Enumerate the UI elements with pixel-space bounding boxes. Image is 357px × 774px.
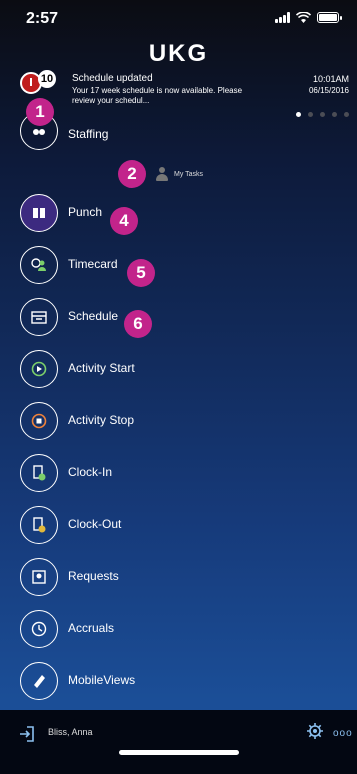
callout-marker-4: 4 — [110, 207, 138, 235]
menu-item-label: Punch — [68, 205, 103, 219]
clock-out-icon — [20, 506, 58, 544]
menu-item-clock-in[interactable]: Clock-In — [0, 448, 300, 500]
app-logo: UKG — [148, 40, 209, 67]
signal-icon — [275, 12, 290, 23]
menu-item-mobileviews[interactable]: MobileViews — [0, 656, 300, 708]
menu-item-label: Activity Start — [68, 361, 135, 375]
notification-date: 06/15/2016 — [308, 86, 349, 95]
calendar-icon — [20, 298, 58, 336]
menu-item-label: Accruals — [68, 621, 115, 635]
page-dot[interactable] — [332, 112, 337, 117]
status-time: 2:57 — [26, 10, 59, 27]
menu-item-punch[interactable]: Punch — [0, 188, 300, 240]
page-dot[interactable] — [344, 112, 349, 117]
menu-item-activity-start[interactable]: Activity Start — [0, 344, 300, 396]
notification-body: Your 17 week schedule is now available. … — [72, 86, 243, 105]
callout-marker-2: 2 — [118, 160, 146, 188]
my-tasks[interactable]: My Tasks — [155, 167, 203, 181]
mobileviews-icon — [20, 662, 58, 700]
callout-marker-1: 1 — [26, 98, 54, 126]
menu-item-label: Clock-In — [68, 465, 113, 479]
menu-item-label: Schedule — [68, 309, 119, 323]
menu-item-requests[interactable]: Requests — [0, 552, 300, 604]
accruals-icon — [20, 610, 58, 648]
activity-stop-icon — [20, 402, 58, 440]
battery-icon — [317, 12, 342, 23]
clock-in-icon — [20, 454, 58, 492]
person-icon — [155, 167, 169, 181]
phone-screen: 2:57 UKG 10 Schedule updated Your 17 wee… — [0, 0, 357, 774]
notification-time: 10:01AM — [312, 74, 349, 84]
callout-marker-6: 6 — [124, 310, 152, 338]
menu-item-label: Activity Stop — [68, 413, 135, 427]
activity-start-icon — [20, 350, 58, 388]
menu-item-label: Requests — [68, 569, 119, 583]
bottom-bar: Bliss, Anna ooo — [0, 710, 357, 774]
menu-item-label: Clock-Out — [68, 517, 122, 531]
user-name: Bliss, Anna — [48, 727, 93, 737]
my-tasks-label: My Tasks — [174, 170, 204, 178]
punch-icon — [20, 194, 58, 232]
timecard-icon — [20, 246, 58, 284]
status-bar: 2:57 — [0, 0, 357, 40]
status-icons — [275, 12, 342, 23]
logout-icon[interactable] — [18, 725, 36, 743]
callout-marker-5: 5 — [127, 259, 155, 287]
notification-title: Schedule updated — [72, 73, 153, 84]
menu-item-label: Timecard — [68, 257, 118, 271]
menu-item-staffing[interactable]: Staffing — [0, 112, 300, 172]
page-dot[interactable] — [320, 112, 325, 117]
more-options-button[interactable]: ooo — [333, 728, 353, 739]
notification-count: 10 — [38, 70, 56, 88]
menu-item-activity-stop[interactable]: Activity Stop — [0, 396, 300, 448]
menu-item-clock-out[interactable]: Clock-Out — [0, 500, 300, 552]
requests-icon — [20, 558, 58, 596]
wifi-icon — [296, 12, 311, 23]
page-indicator[interactable] — [296, 112, 349, 117]
page-dot[interactable] — [296, 112, 301, 117]
settings-gear-icon[interactable] — [306, 722, 324, 740]
menu-item-label: Staffing — [68, 127, 109, 141]
menu-item-accruals[interactable]: Accruals — [0, 604, 300, 656]
home-indicator[interactable] — [119, 750, 239, 755]
menu-item-label: MobileViews — [68, 673, 136, 687]
page-dot[interactable] — [308, 112, 313, 117]
